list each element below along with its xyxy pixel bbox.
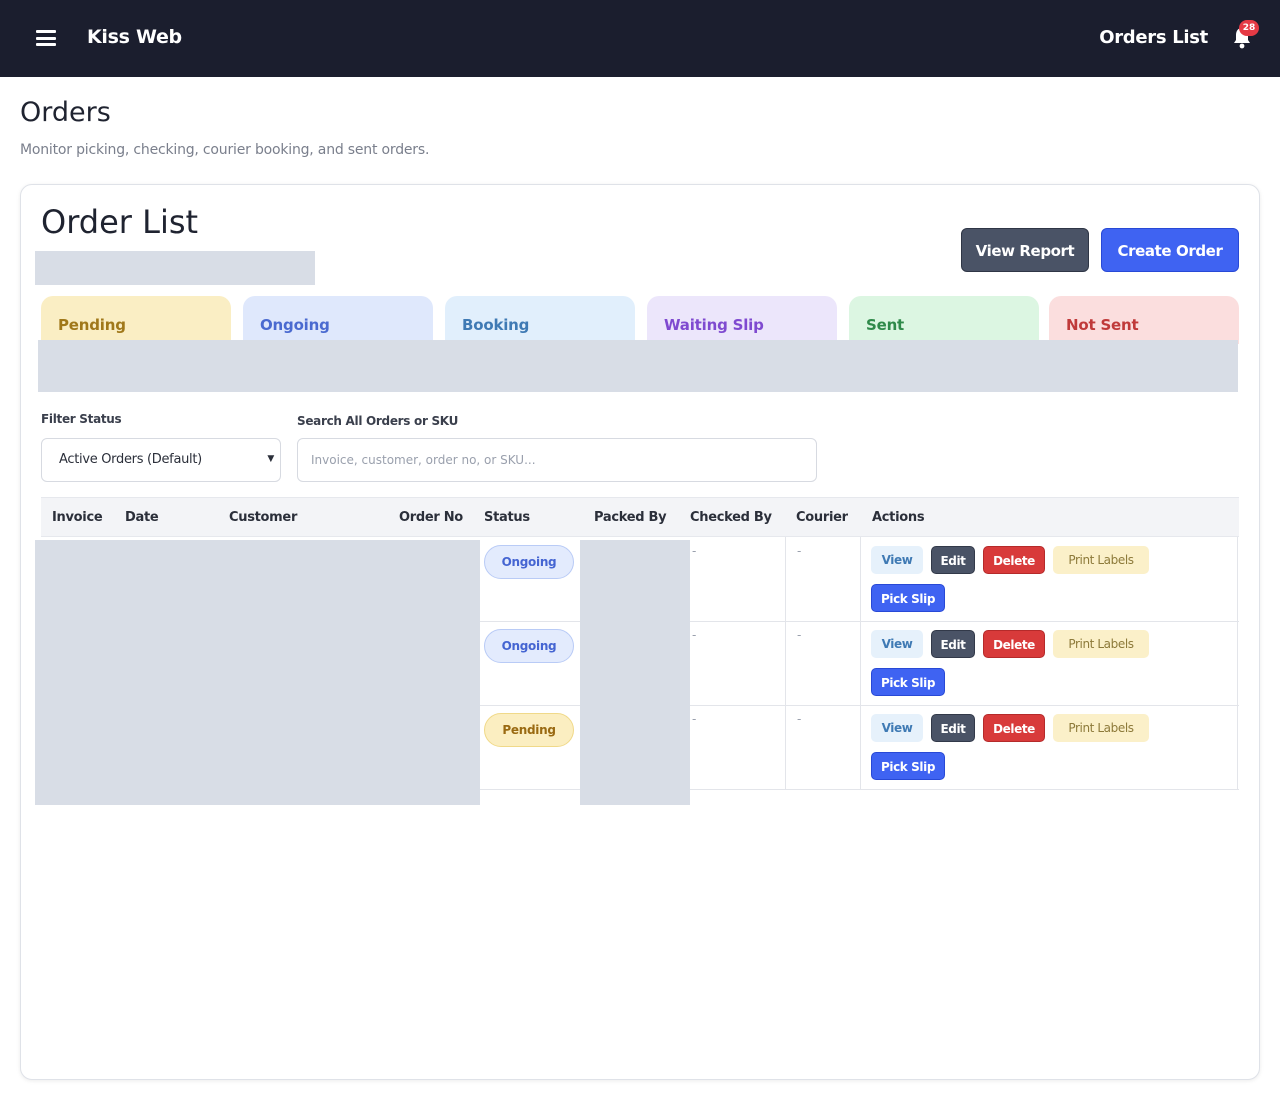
- nav-page-title: Orders List: [1099, 27, 1208, 48]
- view-report-button[interactable]: View Report: [961, 228, 1089, 272]
- search-label: Search All Orders or SKU: [297, 414, 459, 428]
- pick-slip-button[interactable]: Pick Slip: [871, 584, 945, 612]
- search-input[interactable]: [297, 438, 817, 482]
- status-badge: Pending: [484, 713, 574, 747]
- create-order-button[interactable]: Create Order: [1101, 228, 1239, 272]
- courier-cell: -: [797, 544, 802, 558]
- tab-booking[interactable]: Booking: [445, 296, 635, 344]
- checked-by-cell: -: [692, 712, 697, 726]
- column-divider: [785, 537, 786, 789]
- print-labels-button[interactable]: Print Labels: [1053, 630, 1149, 658]
- view-button[interactable]: View: [871, 546, 923, 574]
- column-header-packed-by[interactable]: Packed By: [594, 510, 667, 525]
- menu-icon[interactable]: [36, 30, 56, 46]
- redacted-block: [580, 540, 690, 805]
- status-filter-select[interactable]: Active Orders (Default) ▼: [41, 438, 281, 482]
- edit-button[interactable]: Edit: [931, 630, 975, 658]
- redacted-block: [35, 540, 480, 805]
- column-header-customer[interactable]: Customer: [229, 510, 297, 525]
- delete-button[interactable]: Delete: [983, 546, 1045, 574]
- edit-button[interactable]: Edit: [931, 546, 975, 574]
- column-divider: [1237, 537, 1238, 789]
- edit-button[interactable]: Edit: [931, 714, 975, 742]
- column-header-date[interactable]: Date: [125, 510, 159, 525]
- column-header-status[interactable]: Status: [484, 510, 530, 525]
- checked-by-cell: -: [692, 628, 697, 642]
- page-subtitle: Monitor picking, checking, courier booki…: [20, 142, 430, 158]
- pick-slip-button[interactable]: Pick Slip: [871, 752, 945, 780]
- brand-name[interactable]: Kiss Web: [87, 26, 182, 48]
- delete-button[interactable]: Delete: [983, 630, 1045, 658]
- notification-badge: 28: [1239, 20, 1259, 36]
- courier-cell: -: [797, 628, 802, 642]
- chevron-down-icon: ▼: [267, 454, 274, 464]
- column-header-invoice[interactable]: Invoice: [52, 510, 103, 525]
- top-navbar: [0, 0, 1280, 77]
- redacted-block: [38, 340, 1238, 392]
- checked-by-cell: -: [692, 544, 697, 558]
- status-filter-value: Active Orders (Default): [59, 452, 202, 467]
- column-header-order-no[interactable]: Order No: [399, 510, 463, 525]
- redacted-block: [35, 251, 315, 285]
- courier-cell: -: [797, 712, 802, 726]
- column-header-checked-by[interactable]: Checked By: [690, 510, 772, 525]
- tab-pending[interactable]: Pending: [41, 296, 231, 344]
- column-header-actions[interactable]: Actions: [872, 510, 925, 525]
- pick-slip-button[interactable]: Pick Slip: [871, 668, 945, 696]
- view-button[interactable]: View: [871, 714, 923, 742]
- tab-waiting-slip[interactable]: Waiting Slip: [647, 296, 837, 344]
- filter-status-label: Filter Status: [41, 412, 122, 426]
- print-labels-button[interactable]: Print Labels: [1053, 714, 1149, 742]
- card-title: Order List: [41, 203, 199, 241]
- tab-not-sent[interactable]: Not Sent: [1049, 296, 1239, 344]
- tab-sent[interactable]: Sent: [849, 296, 1039, 344]
- print-labels-button[interactable]: Print Labels: [1053, 546, 1149, 574]
- tab-ongoing[interactable]: Ongoing: [243, 296, 433, 344]
- view-button[interactable]: View: [871, 630, 923, 658]
- status-badge: Ongoing: [484, 545, 574, 579]
- page-title: Orders: [20, 97, 111, 128]
- column-divider: [860, 537, 861, 789]
- delete-button[interactable]: Delete: [983, 714, 1045, 742]
- status-badge: Ongoing: [484, 629, 574, 663]
- column-header-courier[interactable]: Courier: [796, 510, 848, 525]
